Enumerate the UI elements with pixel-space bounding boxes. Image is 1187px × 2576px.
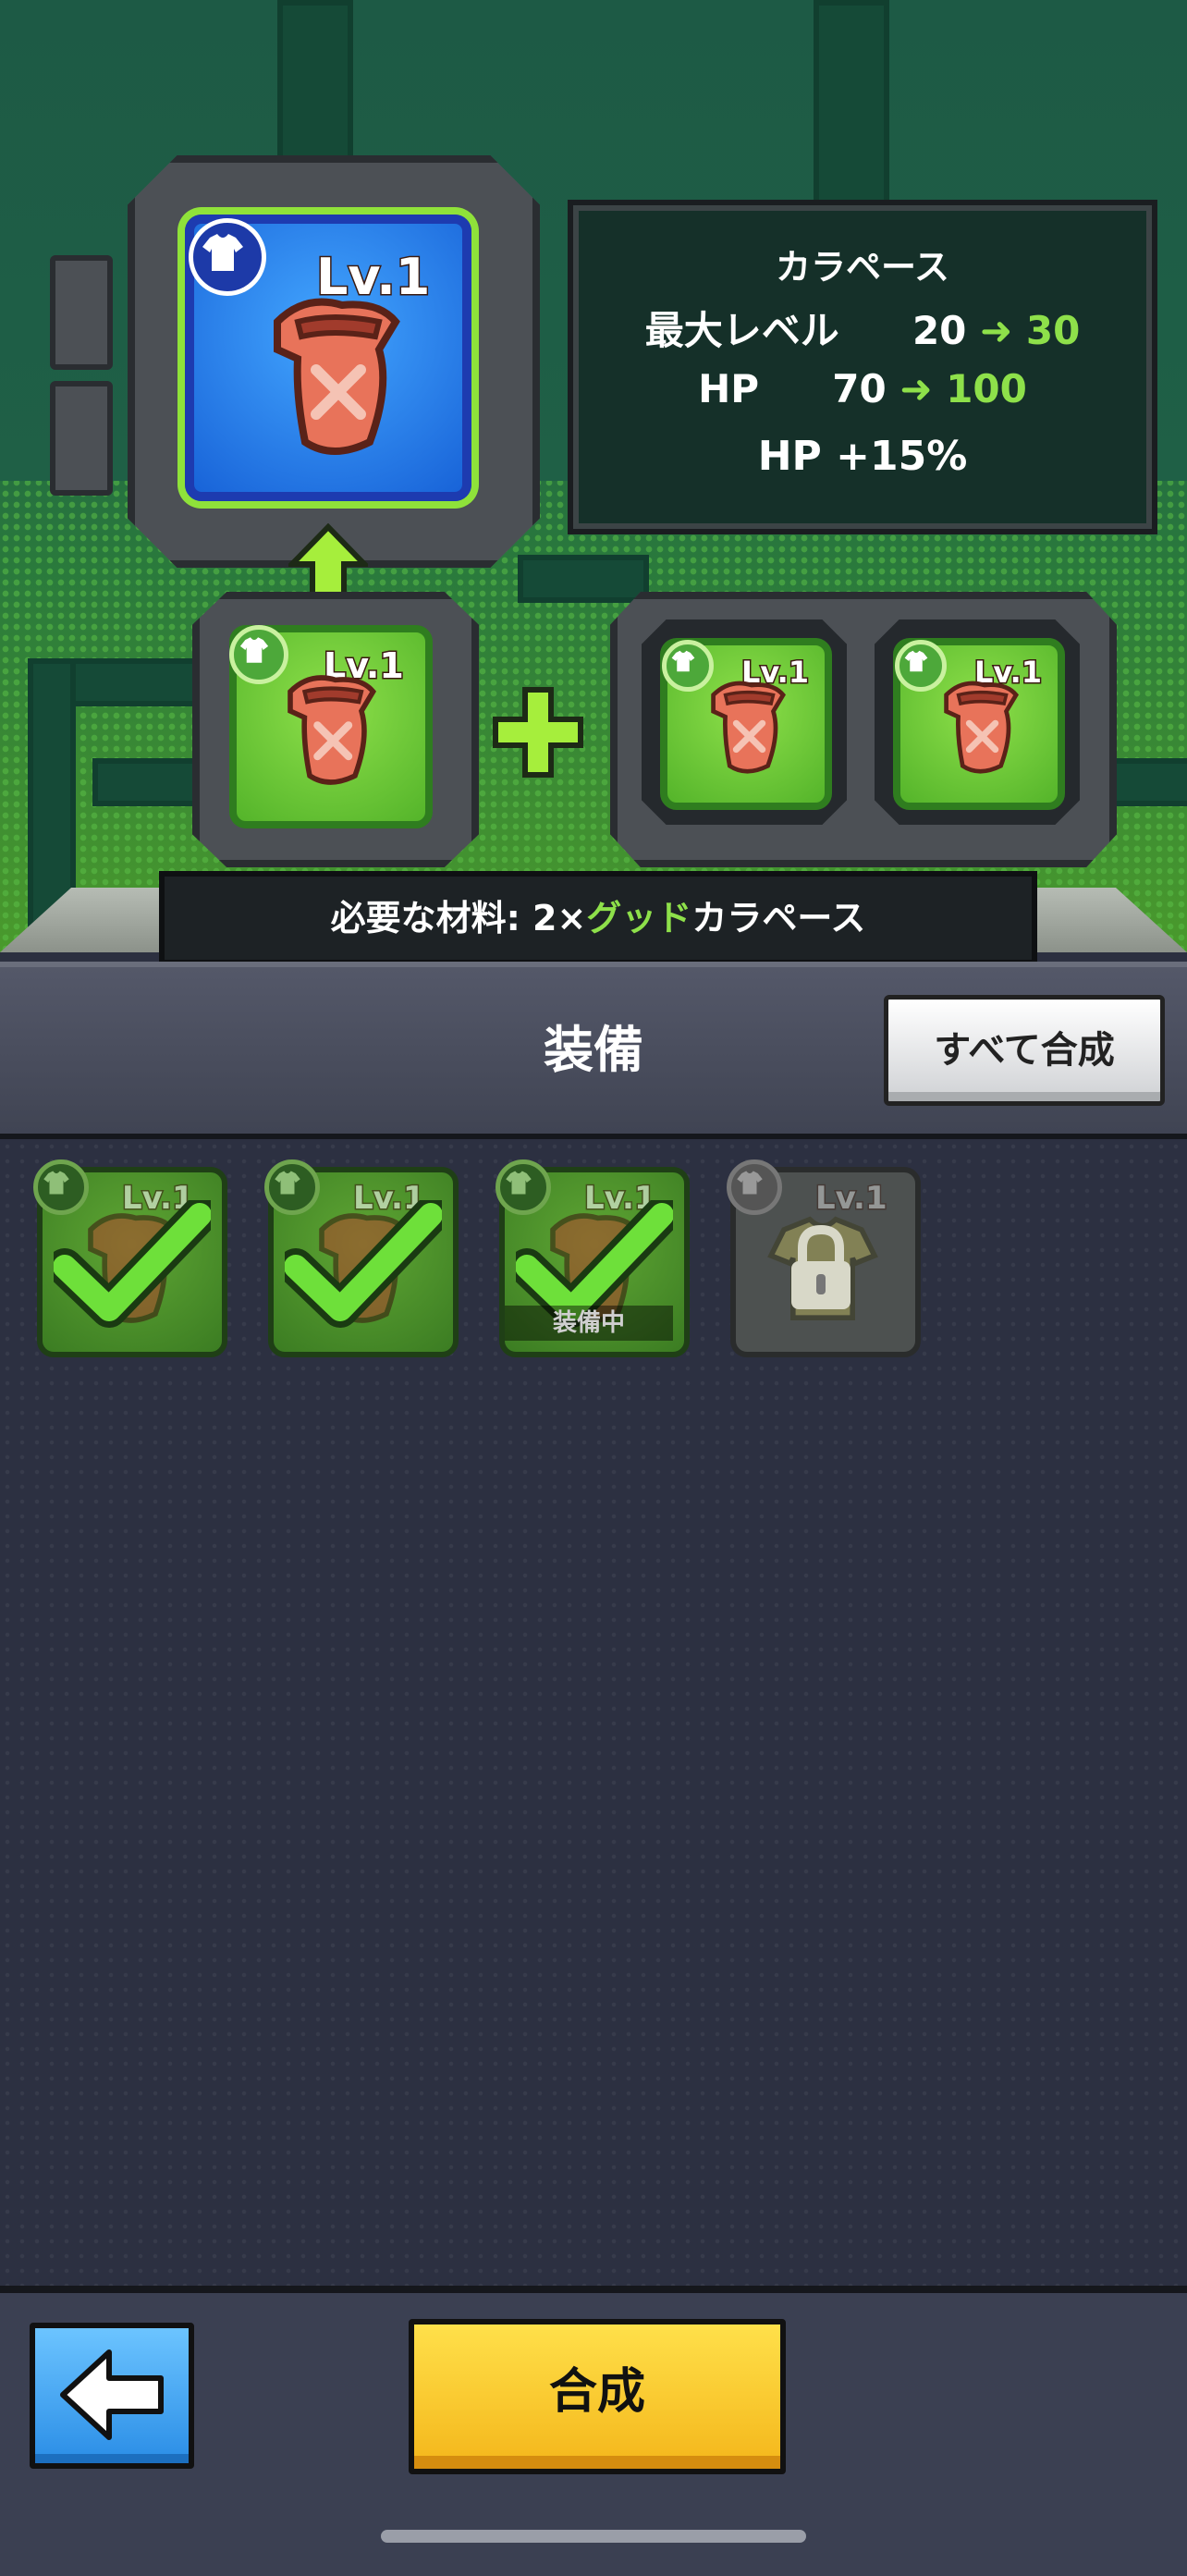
result-item-card[interactable]: Lv.1 [185, 215, 471, 501]
inventory-item[interactable]: Lv.1 [33, 1159, 227, 1357]
equipped-badge: 装備中 [505, 1306, 673, 1341]
forge-area: Lv.1 Lv.1 Lv.1 Lv.1 カラペース 最大レベル 20 ➜ 30 … [0, 0, 1187, 965]
merge-all-button[interactable]: すべて合成 [884, 995, 1165, 1106]
hp-from: 70 [832, 366, 887, 411]
machine-bolt [50, 381, 113, 496]
armor-icon [944, 681, 1019, 774]
lock-icon [791, 1224, 850, 1309]
armor-icon [288, 675, 377, 785]
arrow-up-icon [288, 523, 368, 602]
back-arrow-icon [60, 2349, 164, 2440]
check-icon [285, 1200, 442, 1328]
plus-icon [493, 687, 583, 778]
inventory-item[interactable]: Lv.1 装備中 [496, 1159, 690, 1357]
material-requirement: 必要な材料: 2×グッドカラペース [159, 871, 1037, 965]
inventory-item-locked[interactable]: Lv.1 [727, 1159, 921, 1357]
requirement-text: 必要な材料: 2×グッドカラペース [330, 898, 866, 938]
hp-row: HP 70 ➜ 100 [579, 366, 1146, 418]
pipe [277, 0, 353, 168]
material-extra-card[interactable]: Lv.1 [660, 638, 832, 810]
back-button[interactable] [30, 2323, 194, 2469]
material-main-card[interactable]: Lv.1 [229, 625, 433, 828]
pipe [814, 0, 889, 224]
equipment-header: 装備 すべて合成 [0, 962, 1187, 1139]
home-indicator[interactable] [381, 2530, 806, 2543]
hp-bonus: HP +15% [757, 433, 968, 480]
merge-button[interactable]: 合成 [409, 2319, 786, 2474]
armor-icon [274, 298, 400, 455]
pipe [28, 658, 76, 928]
stats-item-name: カラペース [775, 247, 950, 288]
machine-bolt [50, 255, 113, 370]
stats-panel: カラペース 最大レベル 20 ➜ 30 HP 70 ➜ 100 HP +15% [573, 205, 1152, 529]
arrow-right-icon: ➜ [980, 308, 1013, 353]
inventory-list: Lv.1 Lv.1 Lv.1 装備中 Lv.1 [0, 1139, 1187, 2286]
merge-label: 合成 [548, 2364, 645, 2420]
max-level-to: 30 [1025, 308, 1081, 353]
check-icon [54, 1200, 211, 1328]
hp-label: HP [698, 366, 760, 411]
requirement-grade: グッド [586, 898, 692, 938]
inventory-item[interactable]: Lv.1 [264, 1159, 459, 1357]
arrow-right-icon: ➜ [899, 366, 933, 411]
max-level-label: 最大レベル [644, 308, 839, 353]
requirement-item: カラペース [691, 898, 866, 938]
pipe [518, 555, 649, 603]
material-extra-card[interactable]: Lv.1 [893, 638, 1065, 810]
hp-to: 100 [946, 366, 1027, 411]
max-level-from: 20 [912, 308, 967, 353]
armor-icon [711, 681, 786, 774]
max-level-row: 最大レベル 20 ➜ 30 [579, 300, 1146, 353]
merge-all-label: すべて合成 [934, 1029, 1115, 1072]
